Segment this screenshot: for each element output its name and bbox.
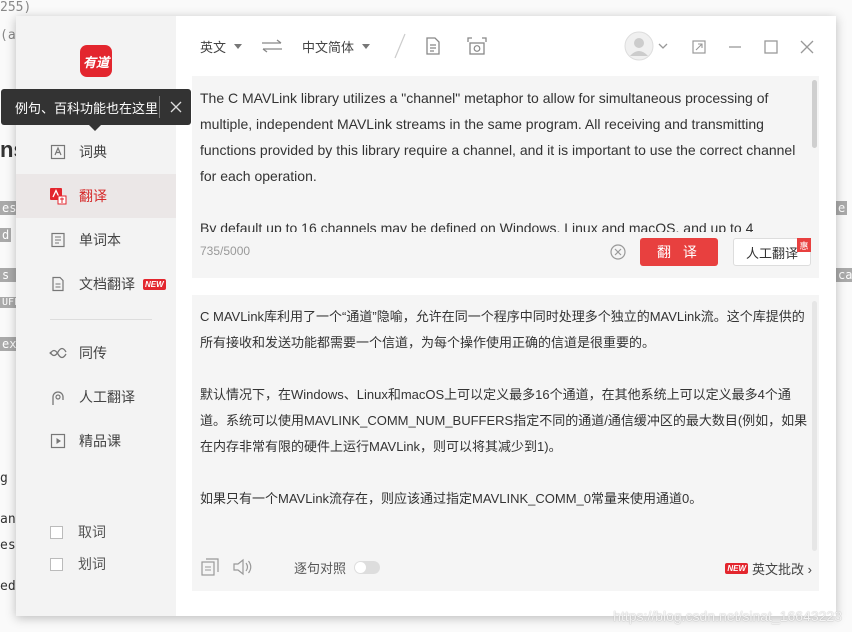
bg-fragment: d — [0, 228, 12, 242]
course-icon — [49, 432, 67, 450]
source-text-area[interactable]: The C MAVLink library utilizes a "channe… — [192, 76, 819, 278]
char-count: 735/5000 — [200, 244, 251, 258]
maximize-icon — [764, 40, 778, 54]
document-icon — [426, 37, 440, 55]
chevron-down-icon — [234, 44, 243, 49]
document-button[interactable] — [424, 36, 442, 56]
nav-label: 单词本 — [79, 232, 121, 248]
watermark: https://blog.csdn.net/sinat_16643223 — [613, 608, 842, 624]
source-paragraph: The C MAVLink library utilizes a "channe… — [200, 90, 796, 184]
tooltip-text: 例句、百科功能也在这里 — [15, 100, 159, 116]
translate-icon — [49, 187, 67, 205]
compare-toggle[interactable] — [354, 560, 381, 574]
result-paragraph: 如果只有一个MAVLink流存在，则应该通过指定MAVLINK_COMM_0常量… — [200, 491, 703, 506]
clear-button[interactable] — [610, 244, 626, 260]
result-scrollbar[interactable] — [812, 301, 817, 551]
app-logo[interactable]: 有道 — [80, 45, 112, 77]
english-correction-link[interactable]: NEW 英文批改 › — [725, 559, 812, 578]
source-scrollbar[interactable] — [812, 80, 817, 148]
checkbox[interactable] — [50, 557, 63, 571]
sidebar-divider — [50, 319, 152, 320]
bg-fragment: cal — [836, 268, 852, 282]
resize-icon — [692, 40, 706, 54]
close-button[interactable] — [798, 38, 816, 56]
nav-translate[interactable]: 翻译 — [16, 174, 176, 218]
bg-fragment: ed — [0, 579, 16, 594]
clear-icon — [610, 244, 626, 260]
screenshot-translate-button[interactable] — [466, 36, 488, 56]
nav-human-translate[interactable]: 人工翻译 — [16, 375, 176, 419]
close-icon — [800, 40, 814, 54]
bg-fragment: an — [0, 512, 16, 527]
source-language-select[interactable]: 英文 — [200, 37, 243, 56]
nav-course[interactable]: 精品课 — [16, 419, 176, 463]
chevron-down-icon — [658, 43, 668, 49]
nav-label: 翻译 — [79, 188, 107, 204]
human-translate-button[interactable]: 人工翻译 惠 — [733, 238, 811, 266]
human-translate-label: 人工翻译 — [745, 245, 798, 261]
target-language-select[interactable]: 中文简体 — [302, 37, 371, 56]
avatar-icon — [624, 31, 654, 61]
swap-icon — [262, 39, 282, 53]
source-language-label: 英文 — [200, 40, 227, 55]
simultaneous-icon — [49, 344, 67, 362]
discount-badge: 惠 — [797, 238, 811, 252]
checkbox-label: 取词 — [78, 524, 106, 540]
translate-button[interactable]: 翻 译 — [640, 238, 718, 266]
english-correction-label: 英文批改 › — [752, 562, 812, 577]
close-icon — [170, 101, 181, 113]
option-capture-word[interactable]: 取词 — [50, 521, 170, 543]
nav-dictionary[interactable]: 词典 — [16, 130, 176, 174]
target-language-label: 中文简体 — [302, 40, 355, 55]
bg-fragment: 255) — [0, 0, 32, 15]
result-paragraph: 默认情况下，在Windows、Linux和macOS上可以定义最多16个通道，在… — [200, 387, 808, 454]
result-text: C MAVLink库利用了一个“通道”隐喻，允许在同一个程序中同时处理多个独立的… — [200, 304, 812, 512]
speaker-icon — [233, 558, 252, 576]
nav-label: 精品课 — [79, 433, 121, 449]
toolbar-divider — [392, 32, 408, 60]
result-area: C MAVLink库利用了一个“通道”隐喻，允许在同一个程序中同时处理多个独立的… — [192, 295, 819, 591]
chevron-down-icon — [362, 44, 371, 49]
screenshot-icon — [467, 37, 487, 55]
swap-languages-button[interactable] — [260, 36, 284, 56]
document-icon — [49, 275, 67, 293]
source-paragraph: By default up to 16 channels may be defi… — [200, 220, 754, 232]
dictionary-icon — [49, 143, 67, 161]
nav-label: 词典 — [79, 144, 107, 160]
bg-fragment: es — [0, 538, 16, 553]
nav-label: 人工翻译 — [79, 389, 135, 405]
tooltip-close-button[interactable] — [160, 101, 191, 113]
copy-button[interactable] — [200, 557, 220, 577]
checkbox-label: 划词 — [78, 556, 106, 572]
nav-simultaneous[interactable]: 同传 — [16, 331, 176, 375]
result-toolbar: 逐句对照 NEW 英文批改 › — [200, 555, 812, 579]
source-text[interactable]: The C MAVLink library utilizes a "channe… — [200, 85, 800, 232]
nav-label: 文档翻译 — [79, 276, 135, 292]
speak-button[interactable] — [232, 557, 254, 577]
nav-wordbook[interactable]: 单词本 — [16, 218, 176, 262]
bg-fragment: (a — [0, 28, 16, 43]
user-menu[interactable] — [622, 30, 670, 62]
result-paragraph: C MAVLink库利用了一个“通道”隐喻，允许在同一个程序中同时处理多个独立的… — [200, 309, 805, 350]
bg-fragment: e — [836, 201, 848, 215]
checkbox[interactable] — [50, 525, 63, 539]
new-badge: NEW — [143, 278, 166, 290]
maximize-button[interactable] — [762, 38, 780, 56]
nav-label: 同传 — [79, 345, 107, 361]
mini-mode-button[interactable] — [690, 38, 708, 56]
option-select-word[interactable]: 划词 — [50, 553, 170, 575]
feature-tooltip: 例句、百科功能也在这里 — [1, 89, 191, 131]
nav-document-translate[interactable]: 文档翻译 NEW — [16, 262, 176, 306]
wordbook-icon — [49, 231, 67, 249]
compare-label: 逐句对照 — [294, 560, 347, 576]
minimize-button[interactable] — [726, 38, 744, 56]
minimize-icon — [729, 46, 741, 48]
human-translate-icon — [49, 388, 67, 406]
copy-icon — [201, 558, 219, 576]
new-badge: NEW — [725, 563, 749, 574]
